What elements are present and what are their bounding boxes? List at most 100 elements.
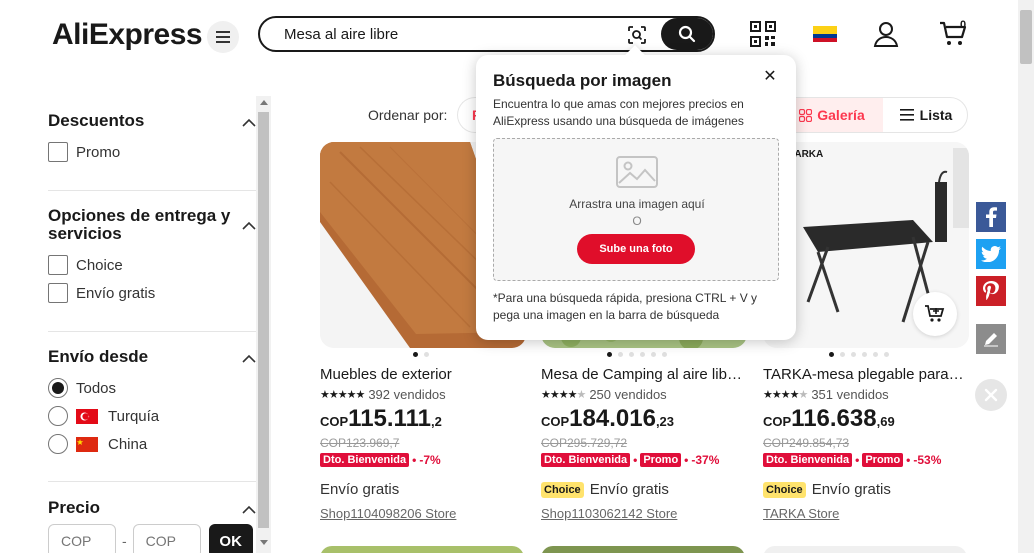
image-drop-zone[interactable]: Arrastra una imagen aquí O Sube una foto [493,138,779,281]
dot[interactable] [629,352,634,357]
aliexpress-logo[interactable]: AliExpress [52,18,203,52]
store-link[interactable]: Shop1104098206 Store [320,506,456,521]
chevron-up-icon[interactable] [242,116,256,130]
pinterest-share-button[interactable] [976,276,1006,306]
dot[interactable] [840,352,845,357]
dot[interactable] [662,352,667,357]
radio[interactable] [48,434,68,454]
chevron-up-icon[interactable] [242,503,256,517]
price-min-input[interactable] [48,524,116,553]
sidebar-scrollbar[interactable] [256,96,271,553]
dot[interactable] [829,352,834,357]
view-list-button[interactable]: Lista [885,98,967,132]
dot[interactable] [640,352,645,357]
add-cart-icon [925,305,945,322]
tag-separator: • [684,453,689,467]
search-input[interactable] [284,26,614,43]
option-all[interactable]: Todos [48,378,116,398]
dot[interactable] [862,352,867,357]
page-scrollbar[interactable] [1018,0,1034,553]
option-label: China [108,435,148,453]
next-product-image[interactable] [763,546,967,553]
scroll-down-arrow[interactable] [260,540,268,545]
scroll-up-arrow[interactable] [260,100,268,105]
image-carousel-dots[interactable] [829,352,889,357]
product-title[interactable]: Muebles de exterior [320,366,524,383]
price-ok-button[interactable]: OK [208,524,253,553]
upload-photo-button[interactable]: Sube una foto [577,234,695,264]
filter-discounts[interactable]: Descuentos [48,112,256,130]
store-link[interactable]: Shop1103062142 Store [541,506,677,521]
radio[interactable] [48,406,68,426]
sold-count: 351 vendidos [811,387,889,402]
chevron-up-icon[interactable] [242,219,256,233]
currency: COP [541,414,570,429]
dot[interactable] [413,352,418,357]
camera-search-icon [628,26,646,44]
discount-percent: -37% [691,453,720,467]
view-toggle: Galería Lista [780,97,968,133]
dot[interactable] [884,352,889,357]
close-icon[interactable]: ✕ [762,69,778,85]
option-label: Choice [76,256,123,274]
drop-text: Arrastra una imagen aquí [569,197,705,211]
checkbox[interactable] [48,142,68,162]
next-product-image[interactable] [541,546,745,553]
edit-button[interactable] [976,324,1006,354]
chevron-up-icon[interactable] [242,352,256,366]
image-carousel-dots[interactable] [607,352,667,357]
user-account-icon[interactable] [872,20,900,48]
dot[interactable] [651,352,656,357]
product-title[interactable]: TARKA-mesa plegable para ac… [763,366,967,383]
price-max-input[interactable] [132,524,201,553]
image-search-button[interactable] [626,24,648,46]
price-dash: - [122,533,127,549]
popup-title: Búsqueda por imagen [493,71,672,90]
scroll-thumb[interactable] [258,112,269,528]
image-carousel-dots[interactable] [413,352,429,357]
star-rating-icon: ★★★★★ [320,389,365,401]
close-share-button[interactable] [975,379,1007,411]
menu-button[interactable] [207,21,239,53]
china-flag-icon [76,436,98,452]
filter-ship-from[interactable]: Envío desde [48,348,256,366]
option-free-shipping[interactable]: Envío gratis [48,283,155,303]
shipping-info: Envío gratis [320,481,399,498]
pencil-icon [984,333,998,347]
shipping-label: Envío gratis [320,481,400,498]
star-rating-icon: ★★★★★ [763,389,808,401]
dot[interactable] [873,352,878,357]
filter-sidebar: Descuentos Promo Opciones de entrega y s… [0,96,272,553]
dot[interactable] [607,352,612,357]
option-promo[interactable]: Promo [48,142,120,162]
add-to-cart-button[interactable] [913,292,957,336]
filter-price[interactable]: Precio [48,499,256,517]
option-china[interactable]: China [48,434,147,454]
dot[interactable] [424,352,429,357]
tag-separator: • [906,453,911,467]
checkbox[interactable] [48,283,68,303]
product-title[interactable]: Mesa de Camping al aire libre… [541,366,745,383]
divider [48,190,256,191]
twitter-share-button[interactable] [976,239,1006,269]
next-product-image[interactable] [320,546,524,553]
option-label: Turquía [108,407,160,425]
qr-code-icon[interactable] [750,21,776,47]
radio-selected[interactable] [48,378,68,398]
view-gallery-button[interactable]: Galería [781,98,883,132]
option-turkey[interactable]: Turquía [48,406,159,426]
store-link[interactable]: TARKA Store [763,506,839,521]
page-scroll-thumb[interactable] [1020,10,1032,64]
facebook-share-button[interactable] [976,202,1006,232]
colombia-flag-icon[interactable] [813,26,837,42]
dot[interactable] [618,352,623,357]
option-choice[interactable]: Choice [48,255,123,275]
list-icon [899,109,914,121]
filter-delivery[interactable]: Opciones de entrega y servicios [48,207,256,243]
choice-badge: Choice [763,481,806,498]
cart-count: 0 [960,19,967,31]
search-button[interactable] [661,18,713,50]
product-price: COP115.111,2 [320,405,442,433]
checkbox[interactable] [48,255,68,275]
dot[interactable] [851,352,856,357]
